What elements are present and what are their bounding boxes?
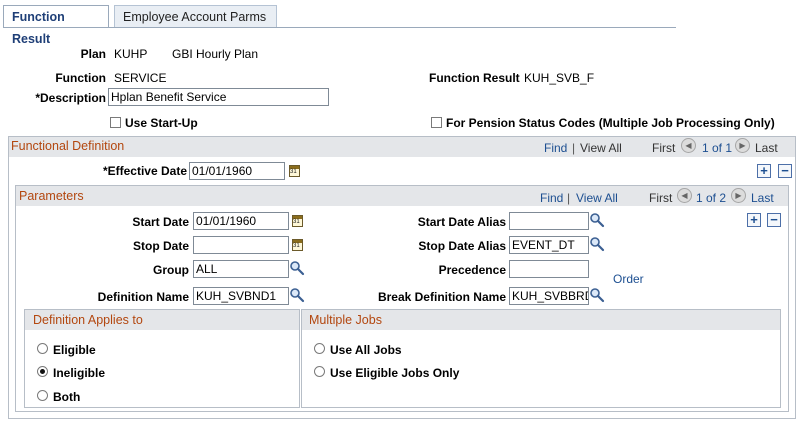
- use-startup-label: Use Start-Up: [125, 116, 198, 130]
- param-add-row-button[interactable]: +: [747, 213, 761, 227]
- radio-use-all-jobs[interactable]: [314, 343, 325, 354]
- fd-find-link[interactable]: Find: [544, 141, 567, 155]
- fd-pager: 1 of 1: [702, 141, 733, 155]
- stop-date-label: Stop Date: [132, 239, 189, 253]
- pension-status-checkbox[interactable]: [431, 117, 442, 128]
- fd-separator: |: [572, 141, 576, 155]
- radio-both[interactable]: [37, 390, 48, 401]
- fd-next-arrow-icon[interactable]: ▶: [735, 138, 750, 153]
- stop-date-alias-lookup-magnifier-icon[interactable]: [589, 236, 605, 252]
- param-first[interactable]: First: [649, 191, 672, 205]
- pension-status-label: For Pension Status Codes (Multiple Job P…: [446, 116, 775, 130]
- param-separator: |: [567, 191, 571, 205]
- param-previous-arrow-icon[interactable]: ◀: [677, 188, 692, 203]
- function-result-value: KUH_SVB_F: [524, 71, 595, 85]
- fd-first[interactable]: First: [652, 141, 675, 155]
- tab-employee-account-parms[interactable]: Employee Account Parms: [114, 5, 277, 27]
- group-label: Group: [153, 263, 189, 277]
- fd-last[interactable]: Last: [755, 141, 778, 155]
- tab-function-result[interactable]: Function Result: [3, 5, 109, 46]
- radio-ineligible[interactable]: [37, 366, 48, 377]
- effective-date-input[interactable]: 01/01/1960: [189, 162, 285, 180]
- multiple-jobs-title: Multiple Jobs: [309, 313, 382, 327]
- fd-previous-arrow-icon[interactable]: ◀: [681, 138, 696, 153]
- functional-definition-title: Functional Definition: [11, 139, 125, 153]
- parameters-title: Parameters: [19, 189, 84, 203]
- function-label: Function: [55, 71, 106, 85]
- plan-code: KUHP: [114, 47, 148, 61]
- start-date-alias-input[interactable]: [509, 212, 589, 230]
- function-result-label: Function Result: [429, 71, 520, 85]
- functional-definition-header: [9, 137, 795, 157]
- definition-name-lookup-magnifier-icon[interactable]: [289, 287, 305, 303]
- stop-date-input[interactable]: [193, 236, 289, 254]
- definition-name-input[interactable]: KUH_SVBND1: [193, 287, 289, 305]
- function-value: SERVICE: [114, 71, 167, 85]
- fd-add-row-button[interactable]: +: [757, 164, 771, 178]
- effective-date-calendar-icon[interactable]: [289, 165, 300, 177]
- start-date-label: Start Date: [132, 215, 189, 229]
- param-pager: 1 of 2: [696, 191, 727, 205]
- stop-date-alias-input[interactable]: EVENT_DT: [509, 236, 589, 254]
- radio-use-eligible-jobs-only-label: Use Eligible Jobs Only: [330, 366, 460, 380]
- radio-use-eligible-jobs-only[interactable]: [314, 366, 325, 377]
- description-input[interactable]: Hplan Benefit Service: [108, 88, 329, 106]
- break-definition-name-label: Break Definition Name: [377, 290, 506, 304]
- start-date-alias-lookup-magnifier-icon[interactable]: [589, 212, 605, 228]
- group-lookup-magnifier-icon[interactable]: [289, 260, 305, 276]
- use-startup-checkbox[interactable]: [110, 117, 121, 128]
- plan-label: Plan: [80, 47, 106, 61]
- fd-view-all[interactable]: View All: [580, 141, 622, 155]
- stop-date-alias-label: Stop Date Alias: [418, 239, 506, 253]
- precedence-input[interactable]: [509, 260, 589, 278]
- radio-both-label: Both: [53, 390, 81, 404]
- start-date-input[interactable]: 01/01/1960: [193, 212, 289, 230]
- start-date-calendar-icon[interactable]: [292, 215, 303, 227]
- radio-eligible-label: Eligible: [53, 343, 96, 357]
- start-date-alias-label: Start Date Alias: [417, 215, 506, 229]
- break-definition-name-lookup-magnifier-icon[interactable]: [589, 287, 605, 303]
- param-next-arrow-icon[interactable]: ▶: [731, 188, 746, 203]
- definition-applies-title: Definition Applies to: [33, 313, 143, 327]
- description-label: *Description: [35, 91, 106, 105]
- precedence-label: Precedence: [438, 263, 506, 277]
- param-delete-row-button[interactable]: −: [767, 213, 781, 227]
- order-link[interactable]: Order: [613, 272, 644, 286]
- radio-eligible[interactable]: [37, 343, 48, 354]
- param-view-all-link[interactable]: View All: [576, 191, 618, 205]
- radio-ineligible-label: Ineligible: [53, 366, 106, 380]
- fd-delete-row-button[interactable]: −: [778, 164, 792, 178]
- tab-underline: [3, 27, 676, 28]
- definition-name-label: Definition Name: [97, 290, 189, 304]
- stop-date-calendar-icon[interactable]: [292, 239, 303, 251]
- effective-date-label: *Effective Date: [102, 164, 187, 178]
- param-last-link[interactable]: Last: [751, 191, 774, 205]
- plan-name: GBI Hourly Plan: [172, 47, 259, 61]
- param-find-link[interactable]: Find: [540, 191, 563, 205]
- break-definition-name-input[interactable]: KUH_SVBBRD: [509, 287, 589, 305]
- group-input[interactable]: ALL: [193, 260, 289, 278]
- radio-use-all-jobs-label: Use All Jobs: [330, 343, 402, 357]
